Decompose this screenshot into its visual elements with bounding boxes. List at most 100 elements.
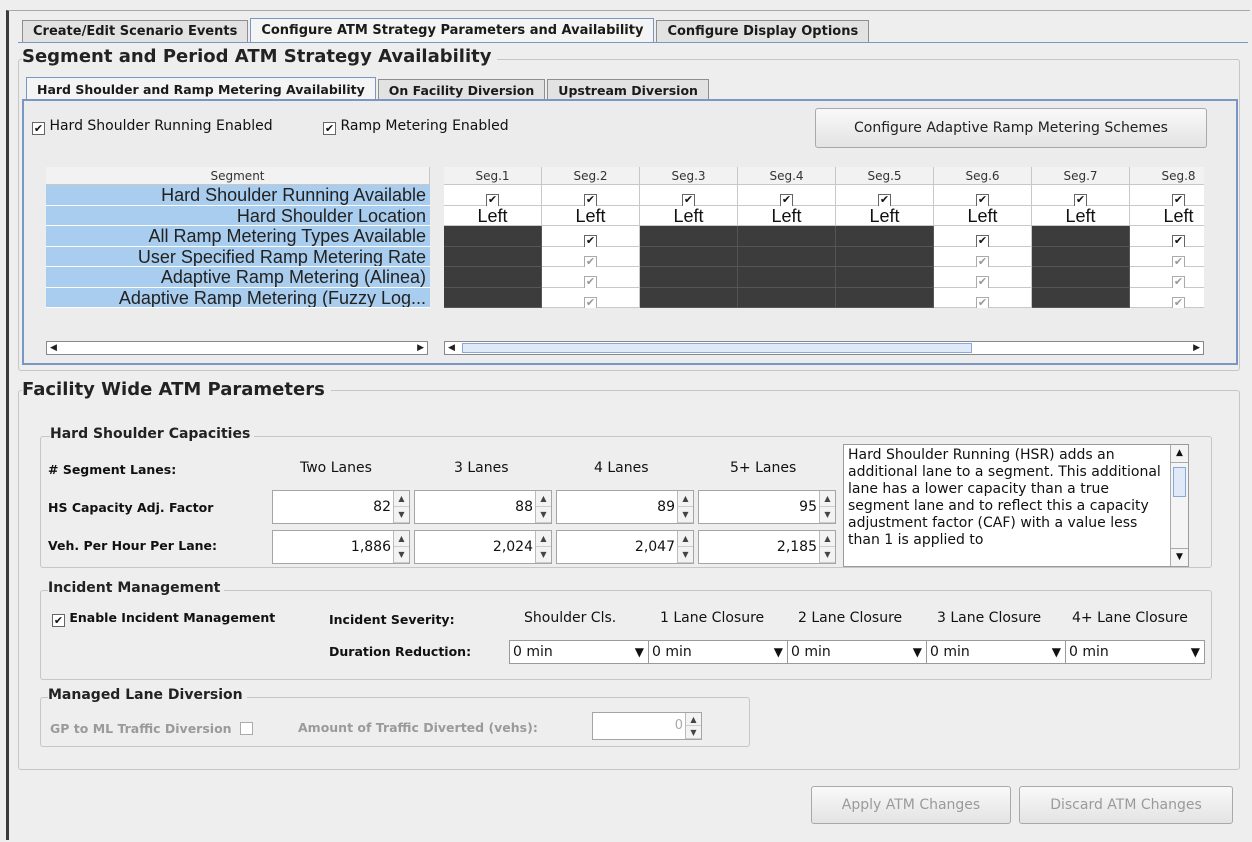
spin-down-icon[interactable]: ▼ [394,507,409,523]
scroll-left-icon[interactable]: ◀ [448,343,455,353]
tab-configure-atm-strategy[interactable]: Configure ATM Strategy Parameters and Av… [250,18,655,42]
caf-three-lanes-spinner[interactable]: 88 ▲ ▼ [414,490,552,524]
availability-checkbox-cell[interactable]: ✔ [1130,267,1204,289]
segment-column-header[interactable]: Seg.3 [640,167,738,185]
description-vertical-scrollbar[interactable]: ▲ ▼ [1170,445,1188,566]
scroll-right-icon[interactable]: ▶ [1193,343,1200,353]
spin-up-icon[interactable]: ▲ [820,531,835,547]
availability-checkbox-cell[interactable]: ✔ [934,267,1032,289]
checkbox[interactable]: ✔ [584,296,597,308]
discard-atm-changes-button[interactable]: Discard ATM Changes [1019,786,1233,824]
caf-four-lanes-spinner[interactable]: 89 ▲ ▼ [556,490,694,524]
caf-two-lanes-spinner[interactable]: 82 ▲ ▼ [272,490,410,524]
vph-three-lanes-spinner[interactable]: 2,024 ▲ ▼ [414,530,552,564]
spin-down-icon[interactable]: ▼ [678,547,693,563]
availability-checkbox-cell[interactable]: ✔ [934,185,1032,207]
scroll-down-icon[interactable]: ▼ [1171,548,1188,566]
availability-checkbox-cell[interactable]: ✔ [934,246,1032,269]
scrollbar-thumb[interactable] [1173,467,1186,497]
hsr-enabled-checkbox[interactable]: ✔ [32,122,45,135]
spin-down-icon[interactable]: ▼ [536,507,551,523]
chevron-down-icon[interactable]: ▼ [913,641,922,663]
availability-checkbox-cell[interactable]: ✔ [1130,246,1204,269]
checkbox[interactable]: ✔ [976,296,989,308]
spinner-arrows[interactable]: ▲ ▼ [685,713,701,739]
availability-checkbox-cell[interactable]: ✔ [1130,185,1204,207]
chevron-down-icon[interactable]: ▼ [635,641,644,663]
spin-up-icon[interactable]: ▲ [678,491,693,507]
spinner-arrows[interactable]: ▲ ▼ [677,491,693,523]
enable-incident-checkbox[interactable]: ✔ [52,614,65,627]
spin-up-icon[interactable]: ▲ [536,491,551,507]
checkbox[interactable]: ✔ [1172,296,1185,308]
gp-to-ml-checkbox[interactable] [239,722,253,735]
scroll-left-icon[interactable]: ◀ [50,343,57,353]
availability-checkbox-cell[interactable]: ✔ [640,185,738,207]
spin-down-icon[interactable]: ▼ [678,507,693,523]
segment-column-header[interactable]: Seg.5 [836,167,934,185]
caf-five-plus-lanes-spinner[interactable]: 95 ▲ ▼ [698,490,836,524]
location-cell[interactable]: Left [640,205,738,226]
spinner-arrows[interactable]: ▲ ▼ [535,491,551,523]
scroll-right-icon[interactable]: ▶ [417,343,424,353]
availability-checkbox-cell[interactable]: ✔ [542,267,640,289]
segment-column-header[interactable]: Seg.6 [934,167,1032,185]
duration-two-lane-select[interactable]: 0 min ▼ [787,640,927,664]
amount-diverted-spinner[interactable]: 0 ▲ ▼ [592,712,702,740]
segment-column-header[interactable]: Seg.2 [542,167,640,185]
spin-down-icon[interactable]: ▼ [820,507,835,523]
spin-down-icon[interactable]: ▼ [820,547,835,563]
enable-incident-management[interactable]: ✔ Enable Incident Management [52,610,275,627]
location-cell[interactable]: Left [1032,205,1130,226]
scroll-up-icon[interactable]: ▲ [1171,445,1188,463]
availability-checkbox-cell[interactable]: ✔ [542,185,640,207]
spin-down-icon[interactable]: ▼ [536,547,551,563]
vph-two-lanes-spinner[interactable]: 1,886 ▲ ▼ [272,530,410,564]
spinner-arrows[interactable]: ▲ ▼ [535,531,551,563]
spinner-arrows[interactable]: ▲ ▼ [393,531,409,563]
configure-adaptive-ramp-metering-button[interactable]: Configure Adaptive Ramp Metering Schemes [815,108,1207,148]
spinner-arrows[interactable]: ▲ ▼ [819,531,835,563]
vph-five-plus-lanes-spinner[interactable]: 2,185 ▲ ▼ [698,530,836,564]
left-horizontal-scrollbar[interactable]: ◀ ▶ [46,341,428,355]
location-cell[interactable]: Left [542,205,640,226]
tab-create-edit-scenario-events[interactable]: Create/Edit Scenario Events [22,20,249,42]
chevron-down-icon[interactable]: ▼ [774,641,783,663]
chevron-down-icon[interactable]: ▼ [1191,641,1200,663]
duration-shoulder-select[interactable]: 0 min ▼ [509,640,649,664]
location-cell[interactable]: Left [444,205,542,226]
tab-configure-display-options[interactable]: Configure Display Options [656,20,870,42]
rm-enabled[interactable]: ✔ Ramp Metering Enabled [323,118,509,135]
spin-up-icon[interactable]: ▲ [536,531,551,547]
hsr-description-textarea[interactable]: Hard Shoulder Running (HSR) adds an addi… [843,444,1189,567]
spin-down-icon[interactable]: ▼ [394,547,409,563]
segment-column-header[interactable]: Seg.1 [444,167,542,185]
availability-checkbox-cell[interactable]: ✔ [934,226,1032,248]
spinner-arrows[interactable]: ▲ ▼ [393,491,409,523]
spin-up-icon[interactable]: ▲ [394,491,409,507]
location-cell[interactable]: Left [934,205,1032,226]
apply-atm-changes-button[interactable]: Apply ATM Changes [811,786,1011,824]
chevron-down-icon[interactable]: ▼ [1052,641,1061,663]
location-cell[interactable]: Left [1130,205,1204,226]
scrollbar-thumb[interactable] [462,343,972,353]
availability-checkbox-cell[interactable]: ✔ [738,185,836,207]
segment-column-header[interactable]: Seg.8 [1130,167,1204,185]
segment-column-header[interactable]: Seg.7 [1032,167,1130,185]
rm-enabled-checkbox[interactable]: ✔ [323,122,336,135]
tab-hard-shoulder-ramp-metering[interactable]: Hard Shoulder and Ramp Metering Availabi… [26,77,376,101]
duration-three-lane-select[interactable]: 0 min ▼ [926,640,1066,664]
location-cell[interactable]: Left [738,205,836,226]
spin-down-icon[interactable]: ▼ [686,726,701,739]
tab-upstream-diversion[interactable]: Upstream Diversion [547,79,709,101]
availability-checkbox-cell[interactable]: ✔ [1032,185,1130,207]
spinner-arrows[interactable]: ▲ ▼ [819,491,835,523]
spin-up-icon[interactable]: ▲ [820,491,835,507]
hsr-enabled[interactable]: ✔ Hard Shoulder Running Enabled [32,118,273,135]
location-cell[interactable]: Left [836,205,934,226]
availability-checkbox-cell[interactable]: ✔ [836,185,934,207]
availability-checkbox-cell[interactable]: ✔ [542,226,640,248]
spinner-arrows[interactable]: ▲ ▼ [677,531,693,563]
grid-horizontal-scrollbar[interactable]: ◀ ▶ [444,341,1204,355]
vph-four-lanes-spinner[interactable]: 2,047 ▲ ▼ [556,530,694,564]
